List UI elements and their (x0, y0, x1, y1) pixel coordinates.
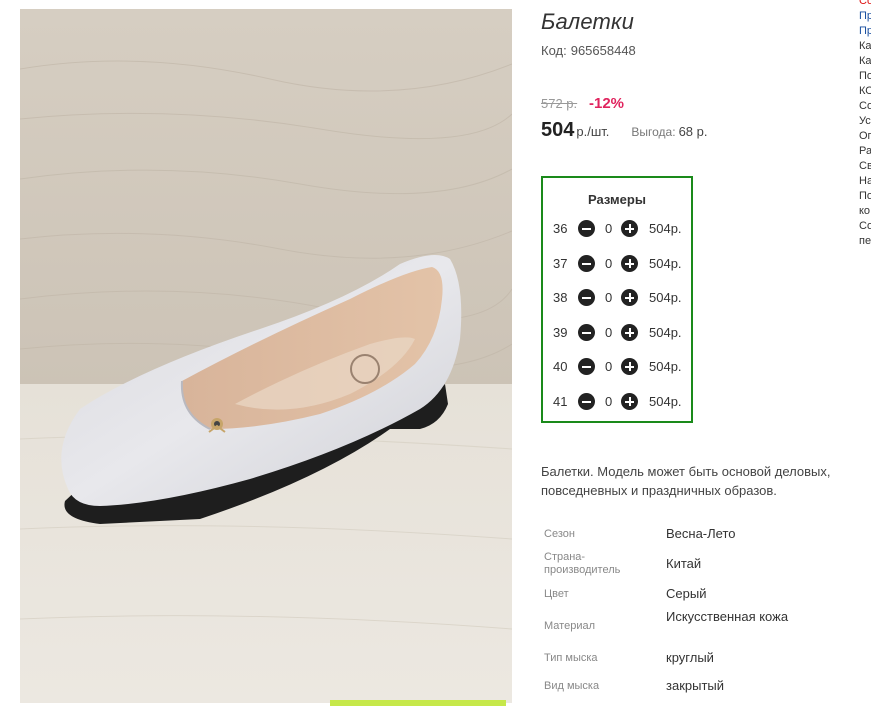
minus-circle-icon[interactable] (578, 358, 595, 375)
size-price: 504р. (649, 394, 682, 409)
minus-circle-icon[interactable] (578, 289, 595, 306)
plus-circle-icon[interactable] (621, 255, 638, 272)
price-unit: р./шт. (576, 124, 610, 139)
sidebar-item[interactable]: По (859, 69, 871, 84)
size-price: 504р. (649, 290, 682, 305)
size-price: 504р. (649, 256, 682, 271)
size-label: 39 (553, 325, 568, 340)
product-photo[interactable] (20, 9, 512, 703)
product-description: Балетки. Модель может быть основой делов… (541, 464, 831, 498)
attribute-label: Тип мыска (544, 652, 598, 664)
minus-circle-icon[interactable] (578, 324, 595, 341)
plus-circle-icon[interactable] (621, 220, 638, 237)
quantity-value: 0 (605, 221, 613, 236)
quantity-value: 0 (605, 256, 613, 271)
quantity-value: 0 (605, 290, 613, 305)
sidebar-item[interactable]: Ка (859, 39, 871, 54)
sidebar-item[interactable]: Ра (859, 144, 871, 159)
sidebar-item[interactable]: Ус (859, 114, 871, 129)
size-row-36: 36 0 504р. (543, 220, 691, 240)
quantity-value: 0 (605, 394, 613, 409)
sidebar-item[interactable]: Св (859, 159, 871, 174)
attribute-label: Вид мыска (544, 680, 600, 692)
size-price: 504р. (649, 359, 682, 374)
size-row-41: 41 0 504р. (543, 393, 691, 413)
benefit-value: 68 р. (678, 124, 708, 139)
sidebar-item[interactable]: На (859, 174, 871, 189)
code-label: Код: (541, 43, 567, 58)
attribute-label: Материал (544, 620, 595, 632)
minus-circle-icon[interactable] (578, 393, 595, 410)
plus-circle-icon[interactable] (621, 289, 638, 306)
sidebar-item[interactable]: Со (859, 99, 871, 114)
sidebar-item[interactable]: Ка (859, 54, 871, 69)
minus-circle-icon[interactable] (578, 255, 595, 272)
size-price: 504р. (649, 221, 682, 236)
attribute-value: Весна-Лето (666, 526, 736, 541)
attribute-value: Серый (666, 586, 707, 601)
sidebar-item[interactable]: Пр (859, 24, 871, 39)
size-row-38: 38 0 504р. (543, 289, 691, 309)
attribute-value: закрытый (666, 678, 725, 693)
sidebar-item[interactable]: Со (859, 219, 871, 234)
sidebar-item[interactable]: пе (859, 234, 871, 249)
attribute-value: Искусственная кожа (666, 609, 789, 624)
sidebar-item[interactable]: Оп (859, 129, 871, 144)
plus-circle-icon[interactable] (621, 393, 638, 410)
sizes-title: Размеры (588, 192, 646, 207)
sidebar-item[interactable]: КО (859, 84, 871, 99)
code-value: 965658448 (570, 43, 636, 58)
price-row: 504 р./шт. Выгода: 68 р. (541, 119, 707, 142)
size-row-37: 37 0 504р. (543, 255, 691, 275)
benefit-label: Выгода: (631, 125, 676, 139)
sidebar-item[interactable]: Пр (859, 9, 871, 24)
size-row-40: 40 0 504р. (543, 358, 691, 378)
price: 504 (541, 119, 575, 141)
attribute-label: Сезон (544, 528, 575, 540)
size-label: 37 (553, 256, 568, 271)
size-label: 40 (553, 359, 568, 374)
attribute-label: Цвет (544, 588, 569, 600)
attribute-label: Страна-производитель (544, 551, 621, 576)
size-label: 41 (553, 394, 568, 409)
quantity-value: 0 (605, 359, 613, 374)
plus-circle-icon[interactable] (621, 358, 638, 375)
sidebar-item[interactable]: Со (859, 0, 871, 9)
size-label: 38 (553, 290, 568, 305)
size-label: 36 (553, 221, 568, 236)
sidebar-item[interactable]: ко (859, 204, 871, 219)
photo-badge (330, 700, 506, 706)
size-row-39: 39 0 504р. (543, 324, 691, 344)
discount-badge: -12% (589, 95, 625, 112)
sizes-panel: Размеры 36 0 504р. 37 0 504р. 38 0 504р.… (541, 176, 693, 423)
minus-circle-icon[interactable] (578, 220, 595, 237)
attribute-value: круглый (666, 650, 714, 665)
product-code: Код: 965658448 (541, 43, 636, 58)
plus-circle-icon[interactable] (621, 324, 638, 341)
quantity-value: 0 (605, 325, 613, 340)
size-price: 504р. (649, 325, 682, 340)
product-title: Балетки (541, 9, 635, 34)
old-price: 572 р. (541, 96, 578, 111)
attribute-value: Китай (666, 556, 702, 571)
sidebar-item[interactable]: По (859, 189, 871, 204)
sidebar-menu-clipped: Со Пр Пр Ка Ка По КО Со Ус Оп Ра Св На П… (859, 0, 871, 249)
